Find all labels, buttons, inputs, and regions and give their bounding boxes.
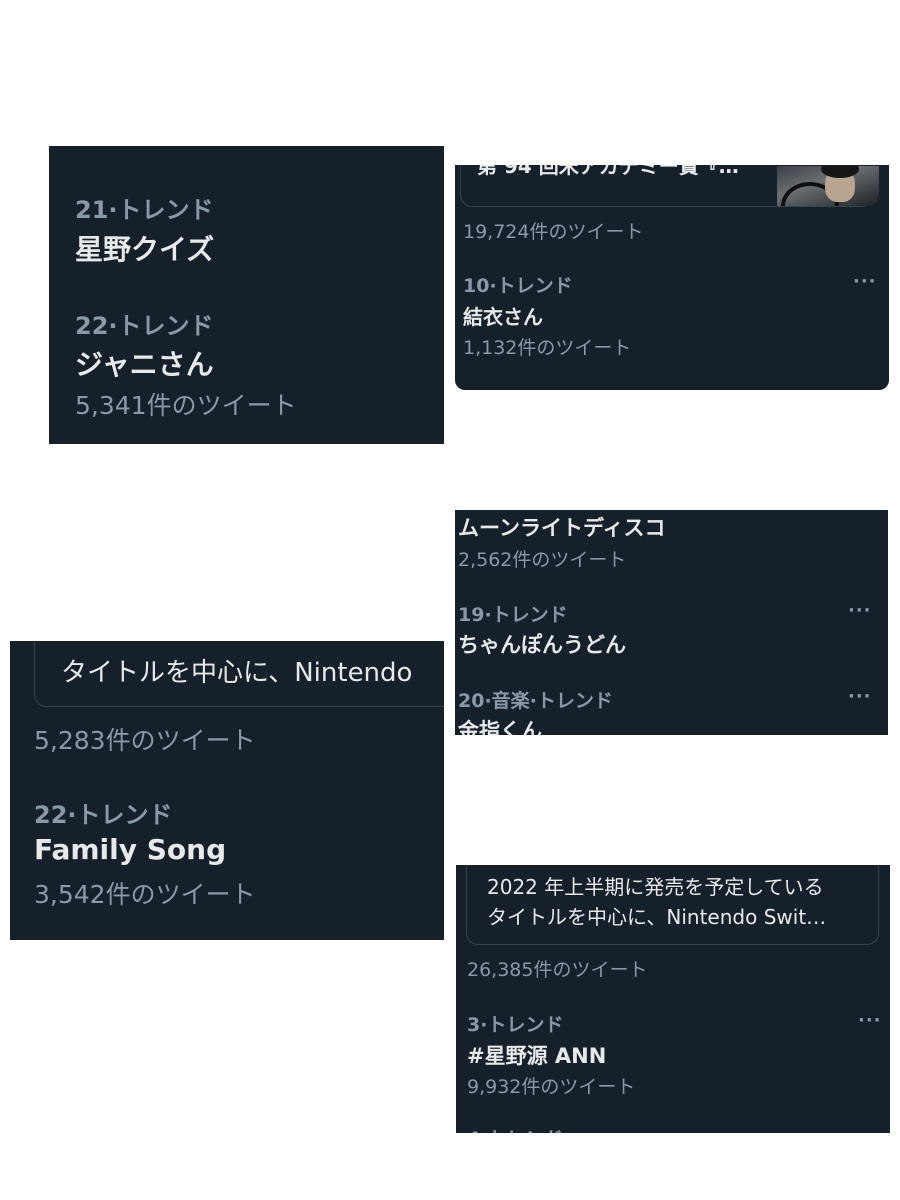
trend-label: 22·トレンド [34, 801, 173, 829]
trend-title[interactable]: Family Song [34, 833, 226, 866]
trend-title[interactable]: ちゃんぽんうどん [458, 629, 626, 659]
trend-title[interactable]: ジャニさん [75, 343, 214, 383]
more-icon[interactable]: ··· [848, 600, 872, 621]
tweet-count: 26,385件のツイート [467, 959, 648, 981]
trend-title[interactable]: #星野源 ANN [467, 1040, 606, 1070]
tweet-count: 1,132件のツイート [463, 337, 632, 359]
more-icon[interactable]: ··· [848, 686, 872, 707]
more-icon[interactable]: ··· [858, 1010, 882, 1031]
trend-title[interactable]: 星野クイズ [75, 228, 214, 268]
news-card-line: 2022 年上半期に発売を予定している [487, 875, 824, 899]
trend-title[interactable]: ムーンライトディスコ [458, 512, 665, 542]
trend-panel-d: タイトルを中心に、Nintendo 5,283件のツイート 22·トレンド Fa… [10, 641, 444, 940]
trend-label: 19·トレンド [458, 604, 568, 626]
trend-panel-e: 2022 年上半期に発売を予定している タイトルを中心に、Nintendo Sw… [456, 865, 890, 1133]
trend-panel-c: ムーンライトディスコ 2,562件のツイート 19·トレンド ··· ちゃんぽん… [455, 510, 888, 735]
news-card[interactable]: 2022 年上半期に発売を予定している タイトルを中心に、Nintendo Sw… [466, 865, 879, 945]
trend-panel-b: 第 94 回米アカデミー賞『… 19,724件のツイート 10·トレンド ···… [455, 165, 889, 390]
more-icon[interactable]: ··· [853, 271, 877, 292]
trend-label: 20·音楽·トレンド [458, 690, 613, 712]
trend-panel-a: 21·トレンド 星野クイズ 22·トレンド ジャニさん 5,341件のツイート [49, 146, 444, 444]
news-card[interactable]: タイトルを中心に、Nintendo [34, 641, 444, 707]
tweet-count: 19,724件のツイート [463, 221, 644, 243]
trend-label: 4·トレンド [467, 1124, 563, 1133]
tweet-count: 5,341件のツイート [75, 391, 297, 420]
tweet-count: 2,562件のツイート [458, 549, 627, 571]
tweet-count: 3,542件のツイート [34, 880, 256, 909]
trend-label: 10·トレンド [463, 275, 573, 297]
news-card[interactable]: 第 94 回米アカデミー賞『… [460, 165, 879, 207]
tweet-count: 9,932件のツイート [467, 1076, 636, 1098]
news-thumbnail [777, 166, 879, 206]
news-card-line: タイトルを中心に、Nintendo Swit… [487, 905, 827, 929]
news-card-text: 第 94 回米アカデミー賞『… [477, 165, 739, 178]
news-card-text: タイトルを中心に、Nintendo [61, 658, 413, 688]
trend-label: 3·トレンド [467, 1014, 564, 1036]
trend-label: 22·トレンド [75, 312, 214, 340]
trend-title[interactable]: 金指くん [458, 715, 542, 735]
trend-label: 21·トレンド [75, 196, 214, 224]
trend-title[interactable]: 結衣さん [463, 301, 543, 330]
tweet-count: 5,283件のツイート [34, 726, 256, 755]
